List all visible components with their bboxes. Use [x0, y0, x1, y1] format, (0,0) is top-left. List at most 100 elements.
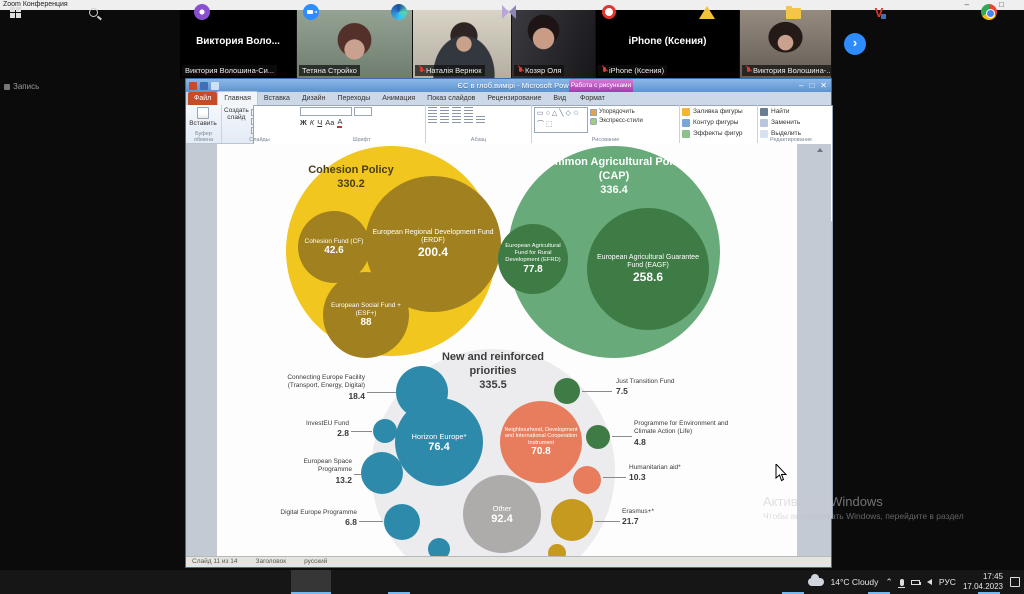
hidden-icons-chevron[interactable]: ⌃	[885, 577, 893, 588]
tab-design[interactable]: Дизайн	[296, 92, 332, 105]
bubble-digital-europe[interactable]	[384, 504, 420, 540]
tab-slideshow[interactable]: Показ слайдов	[421, 92, 481, 105]
tab-insert[interactable]: Вставка	[258, 92, 296, 105]
tab-file[interactable]: Файл	[188, 92, 217, 105]
participant-tile[interactable]: Козяр Оля	[512, 10, 596, 78]
start-button[interactable]	[6, 3, 24, 21]
clock[interactable]: 17:45 17.04.2023	[963, 572, 1003, 592]
tab-animations[interactable]: Анимация	[376, 92, 421, 105]
bold-button[interactable]: Ж	[300, 118, 307, 127]
shape-styles-group: Заливка фигуры Контур фигуры Эффекты фиг…	[680, 105, 758, 143]
label-investeu: InvestEU Fund 2.8	[277, 420, 349, 439]
bubble-esf[interactable]: European Social Fund + (ESF+)88	[323, 272, 409, 358]
shape-effects-button[interactable]: Эффекты фигур	[682, 129, 755, 139]
tab-review[interactable]: Рецензирование	[481, 92, 547, 105]
zoom-app-icon[interactable]	[302, 3, 320, 21]
bubble-ndici[interactable]: Neighbourhood, Development and Internati…	[500, 401, 582, 483]
participant-name-label: Виктория Волошина-...	[742, 65, 832, 76]
powerpoint-titlebar[interactable]: ЄС в глоб.вимірі - Microsoft PowerPoint …	[186, 79, 831, 92]
bubble-small-teal[interactable]	[428, 538, 450, 558]
italic-button[interactable]: К	[310, 118, 314, 127]
search-icon[interactable]	[84, 3, 102, 21]
participant-name-label: iPhone (Ксения)	[598, 65, 667, 76]
columns-icon[interactable]	[476, 116, 485, 124]
disk-app-icon[interactable]	[698, 3, 716, 21]
bubble-eafrd[interactable]: European Agricultural Fund for Rural Dev…	[498, 224, 568, 294]
leader-line	[351, 431, 372, 432]
tab-view[interactable]: Вид	[547, 92, 572, 105]
numbering-icon[interactable]	[440, 107, 449, 115]
bubble-life[interactable]	[586, 425, 610, 449]
next-participants-button[interactable]: ›	[844, 33, 866, 55]
find-button[interactable]: Найти	[760, 107, 822, 117]
bubble-connecting-europe[interactable]	[396, 366, 448, 418]
battery-icon[interactable]	[911, 580, 920, 585]
bubble-other[interactable]: Other92.4	[463, 475, 541, 553]
underline-button[interactable]: Ч	[317, 118, 322, 127]
participant-tile[interactable]: Наталія Вернюк	[413, 10, 512, 78]
label-erasmus: Erasmus+* 21.7	[622, 508, 702, 527]
tab-home[interactable]: Главная	[217, 91, 258, 105]
bullets-icon[interactable]	[428, 107, 437, 115]
bubble-humanitarian[interactable]	[573, 466, 601, 494]
bubble-just-transition[interactable]	[554, 378, 580, 404]
justify-icon[interactable]	[464, 116, 473, 124]
shape-fill-icon	[682, 108, 690, 116]
participant-display-name: iPhone (Ксения)	[596, 36, 739, 47]
slide-canvas[interactable]: Cohesion Policy 330.2 Common Agricultura…	[217, 144, 797, 558]
tab-transitions[interactable]: Переходы	[331, 92, 376, 105]
chrome-app-icon[interactable]	[980, 3, 998, 21]
align-center-icon[interactable]	[440, 116, 449, 124]
file-explorer-icon[interactable]	[784, 3, 802, 21]
leader-line	[359, 521, 383, 522]
quick-styles-button[interactable]: Экспресс-стили	[590, 117, 643, 125]
new-slide-button[interactable]: Создать слайд	[224, 107, 249, 135]
powerpoint-window-controls[interactable]: –□✕	[799, 81, 827, 90]
bubble-erasmus[interactable]	[551, 499, 593, 541]
participant-name-label: Наталія Вернюк	[415, 65, 485, 76]
font-name-box[interactable]	[300, 107, 352, 116]
bubble-investeu[interactable]	[373, 419, 397, 443]
label-just-transition: Just Transition Fund 7.5	[616, 378, 706, 397]
align-right-icon[interactable]	[452, 116, 461, 124]
muted-mic-icon	[418, 67, 424, 75]
weather-text[interactable]: 14°C Cloudy	[831, 577, 879, 587]
media-player-app-icon[interactable]	[500, 3, 518, 21]
quick-access-toolbar[interactable]	[186, 82, 219, 90]
activate-windows-watermark: Активация Windows Чтобы активировать Win…	[763, 494, 964, 521]
arrange-button[interactable]: Упорядочить	[590, 108, 643, 116]
browser-ring-app-icon[interactable]	[600, 3, 618, 21]
v-app-icon[interactable]: V	[870, 3, 888, 21]
language-switch[interactable]: РУС	[939, 577, 956, 587]
label-life: Programme for Environment and Climate Ac…	[634, 420, 746, 448]
action-center-icon[interactable]	[1010, 577, 1020, 587]
volume-icon[interactable]	[927, 579, 932, 585]
tray-mic-icon[interactable]	[900, 579, 904, 586]
shape-outline-button[interactable]: Контур фигуры	[682, 118, 755, 128]
tab-format[interactable]: Формат	[574, 92, 611, 105]
slide-editor-area: Cohesion Policy 330.2 Common Agricultura…	[186, 144, 831, 558]
line-spacing-icon[interactable]	[464, 107, 473, 115]
scroll-up-icon[interactable]	[817, 148, 823, 152]
slide-number: Слайд 11 из 14	[192, 557, 238, 567]
align-left-icon[interactable]	[428, 116, 437, 124]
indent-icon[interactable]	[452, 107, 461, 115]
replace-button[interactable]: Заменить	[760, 118, 822, 128]
assistant-app-icon[interactable]	[193, 3, 211, 21]
save-icon[interactable]	[200, 82, 208, 90]
undo-icon[interactable]	[211, 82, 219, 90]
powerpoint-app-icon	[189, 82, 197, 90]
bubble-eagf[interactable]: European Agricultural Guarantee Fund (EA…	[587, 208, 709, 330]
shapes-gallery[interactable]: ▭○△╲◇☆⌒⬚	[534, 107, 588, 133]
weather-icon	[808, 578, 824, 586]
leader-line	[595, 521, 620, 522]
font-size-box[interactable]	[354, 107, 372, 116]
label-connecting-europe: Connecting Europe Facility (Transport, E…	[257, 374, 365, 402]
change-case-button[interactable]: Аа	[325, 118, 334, 127]
bubble-space-programme[interactable]	[361, 452, 403, 494]
font-color-button[interactable]: А	[337, 117, 342, 128]
shape-outline-icon	[682, 119, 690, 127]
language-indicator: русский	[304, 557, 327, 567]
shape-fill-button[interactable]: Заливка фигуры	[682, 107, 755, 117]
edge-app-icon[interactable]	[390, 3, 408, 21]
